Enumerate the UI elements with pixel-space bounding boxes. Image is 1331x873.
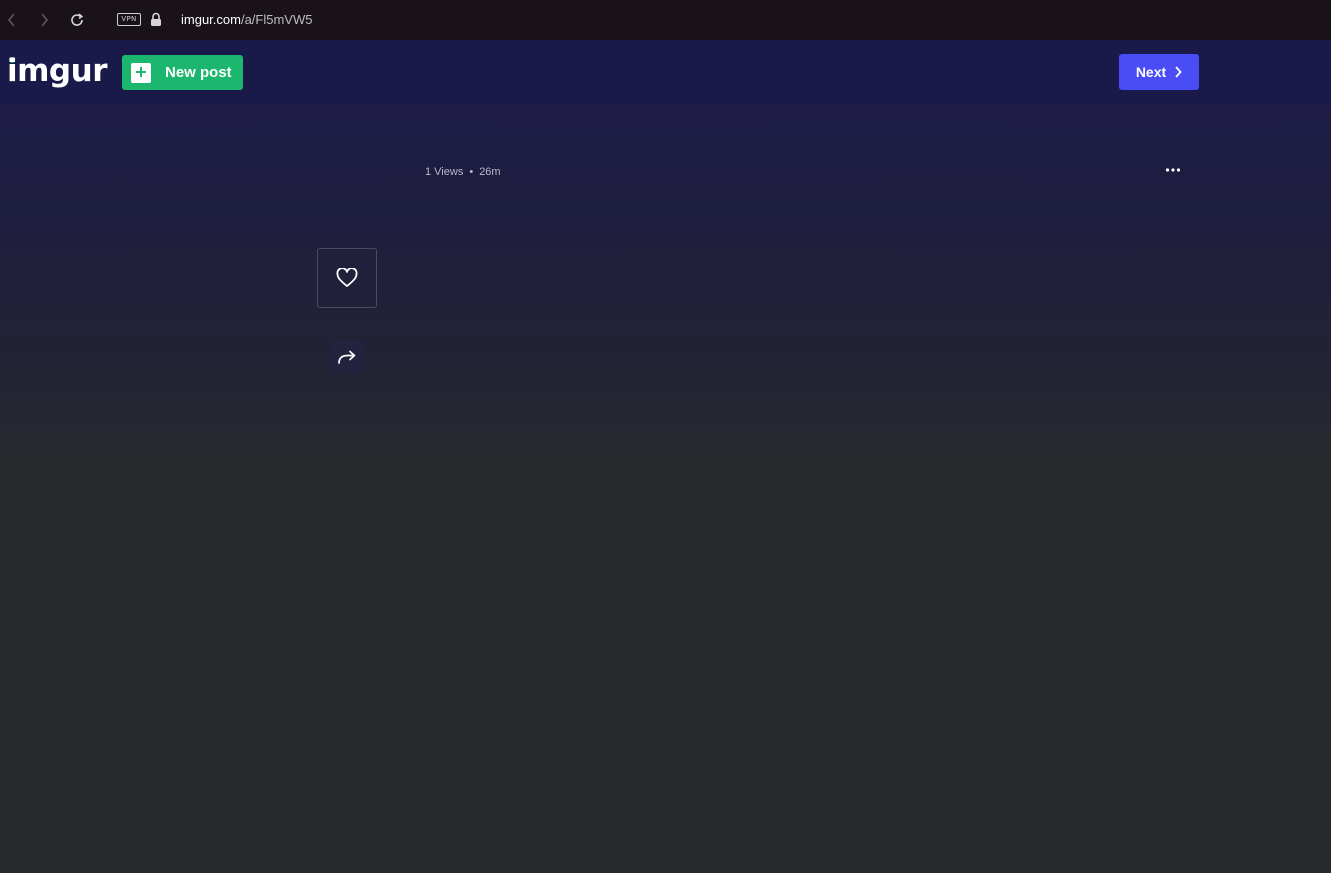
address-bar[interactable]: imgur.com/a/Fl5mVW5 — [181, 12, 312, 27]
reload-icon — [71, 13, 84, 26]
view-count: 1 Views — [425, 166, 464, 178]
chevron-left-icon — [7, 13, 15, 27]
more-options-button[interactable] — [1163, 160, 1183, 180]
post-meta: 1 Views • 26m — [425, 166, 501, 178]
top-navigation: imgur New post Next — [0, 40, 1331, 104]
new-post-label: New post — [165, 64, 232, 81]
meta-separator: • — [469, 166, 474, 178]
lock-icon[interactable] — [150, 12, 162, 27]
vpn-badge[interactable]: VPN — [117, 13, 141, 26]
imgur-logo[interactable]: imgur — [7, 53, 107, 89]
new-post-button[interactable]: New post — [122, 55, 243, 90]
next-post-button[interactable]: Next — [1119, 54, 1199, 90]
heart-icon — [336, 268, 358, 287]
ellipsis-icon — [1165, 168, 1181, 172]
chevron-right-icon — [41, 13, 49, 27]
back-button[interactable] — [2, 10, 22, 30]
post-age: 26m — [479, 166, 501, 178]
forward-button[interactable] — [34, 10, 54, 30]
chevron-right-icon — [1175, 66, 1182, 78]
like-button[interactable] — [317, 248, 377, 308]
imgur-app: imgur New post Next 1 Views • 26m — [0, 40, 1331, 873]
plus-icon — [131, 62, 151, 83]
share-arrow-icon — [338, 350, 356, 364]
next-label: Next — [1135, 64, 1167, 80]
url-host: imgur.com — [181, 12, 241, 27]
share-button[interactable] — [331, 341, 363, 373]
url-path: /a/Fl5mVW5 — [240, 12, 313, 27]
browser-toolbar: VPN imgur.com/a/Fl5mVW5 — [0, 0, 1331, 40]
reload-button[interactable] — [67, 10, 87, 30]
